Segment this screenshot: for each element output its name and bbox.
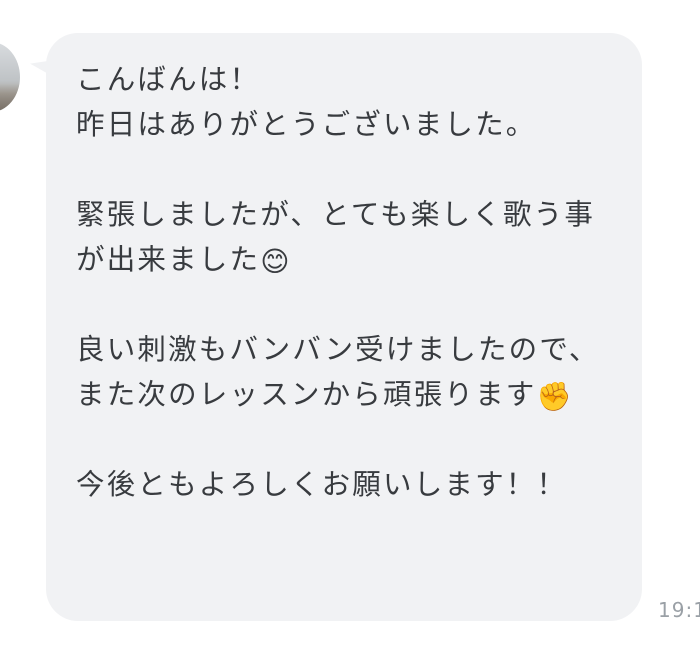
message-text: こんばんは！ 昨日はありがとうございました。 緊張しましたが、とても楽しく歌う事… — [76, 57, 616, 507]
raised-fist-emoji-icon: ✊ — [536, 380, 574, 413]
chat-view: こんばんは！ 昨日はありがとうございました。 緊張しましたが、とても楽しく歌う事… — [0, 0, 700, 662]
message-paragraph-4: 今後ともよろしくお願いします！！ — [76, 468, 568, 501]
sender-avatar[interactable] — [0, 42, 20, 112]
message-timestamp: 19:1 — [658, 598, 700, 622]
smiling-face-emoji-icon: 😊 — [260, 245, 292, 278]
message-paragraph-1: こんばんは！ 昨日はありがとうございました。 — [76, 63, 537, 141]
avatar-photo-shade — [0, 84, 20, 112]
message-paragraph-2: 緊張しましたが、とても楽しく歌う事が出来ました — [76, 198, 596, 276]
message-bubble[interactable]: こんばんは！ 昨日はありがとうございました。 緊張しましたが、とても楽しく歌う事… — [46, 33, 642, 621]
message-paragraph-3: 良い刺激もバンバン受けましたので、また次のレッスンから頑張ります — [76, 333, 600, 411]
